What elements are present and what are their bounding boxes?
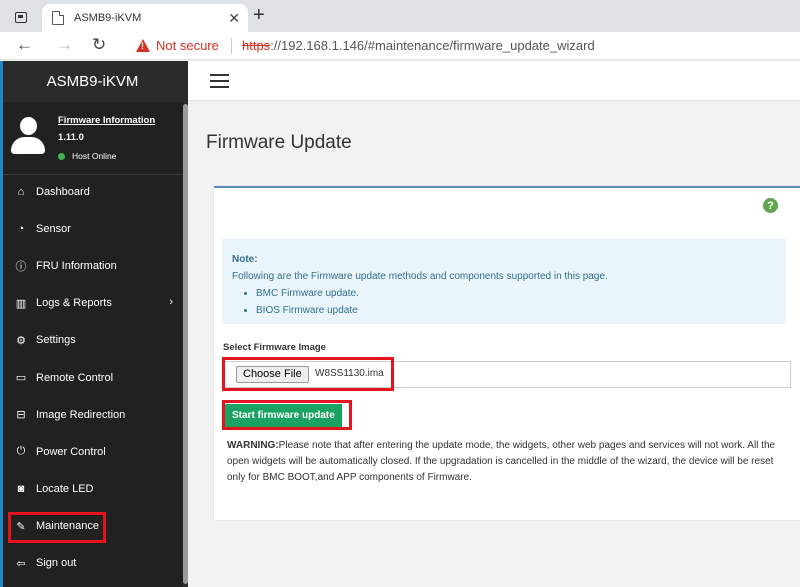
- tab-title: ASMB9-iKVM: [74, 12, 142, 24]
- firmware-version: 1.11.0: [58, 132, 84, 143]
- sidebar-item-settings[interactable]: ⚙ Settings: [3, 322, 183, 359]
- warning-body: Please note that after entering the upda…: [227, 440, 776, 483]
- maintenance-highlight-box: [8, 512, 106, 543]
- top-navbar: [188, 61, 800, 101]
- choose-file-highlight-box: [222, 357, 394, 391]
- sidebar-item-sensor[interactable]: ◔ Sensor: [3, 210, 183, 247]
- status-dot-icon: [58, 152, 65, 160]
- dashboard-icon: ⌂: [17, 185, 25, 198]
- reload-icon[interactable]: ↻: [92, 35, 106, 55]
- sidebar-item-label: Sensor: [36, 222, 71, 235]
- address-bar: ← → ↻ ! Not secure https://192.168.1.146…: [0, 32, 800, 60]
- start-update-highlight-box: [222, 400, 352, 430]
- back-arrow-icon[interactable]: ←: [16, 35, 33, 55]
- select-firmware-label: Select Firmware Image: [223, 342, 326, 353]
- warning-label: WARNING:: [227, 440, 279, 451]
- brand-title: ASMB9-iKVM: [3, 61, 188, 102]
- sidebar-item-label: FRU Information: [36, 259, 117, 272]
- info-icon: ⓘ: [15, 260, 27, 273]
- sidebar-item-label: Logs & Reports: [36, 297, 112, 310]
- host-status: Host Online: [58, 151, 116, 161]
- sidebar-item-fru-information[interactable]: ⓘ FRU Information: [3, 247, 183, 284]
- warning-text: WARNING:Please note that after entering …: [227, 438, 777, 486]
- gear-icon: ⚙: [16, 334, 26, 347]
- sidebar-item-label: Power Control: [36, 445, 106, 458]
- sidebar-item-remote-control[interactable]: ▭ Remote Control: [3, 359, 183, 396]
- camera-icon: ◙: [17, 483, 25, 496]
- warning-triangle-icon: !: [136, 39, 150, 52]
- user-panel: Firmware Information 1.11.0 Host Online: [3, 102, 188, 175]
- sidebar-item-dashboard[interactable]: ⌂ Dashboard: [3, 173, 183, 210]
- browser-tab[interactable]: ASMB9-iKVM ✕: [42, 4, 248, 32]
- signout-icon: ⇦: [16, 557, 26, 570]
- note-box: Note: Following are the Firmware update …: [222, 239, 786, 324]
- power-icon: ⏻: [16, 445, 26, 458]
- browser-tab-bar: ASMB9-iKVM ✕ +: [0, 0, 800, 32]
- user-avatar-icon: [11, 117, 45, 155]
- chart-icon: ▥: [15, 297, 27, 310]
- sidebar-item-label: Settings: [36, 334, 76, 347]
- security-indicator[interactable]: ! Not secure: [136, 38, 219, 53]
- window-menu-icon[interactable]: [8, 6, 34, 28]
- sidebar-item-label: Locate LED: [36, 483, 94, 496]
- not-secure-label: Not secure: [156, 38, 219, 53]
- help-icon[interactable]: ?: [763, 198, 778, 213]
- sidebar-item-image-redirection[interactable]: ⊟ Image Redirection: [3, 396, 183, 433]
- list-item: BMC Firmware update.: [256, 285, 776, 302]
- host-status-label: Host Online: [72, 151, 117, 161]
- sidebar-scrollbar-thumb[interactable]: [183, 104, 188, 584]
- chevron-right-icon: ›: [169, 295, 173, 308]
- url-protocol: https: [242, 38, 271, 53]
- note-text: Following are the Firmware update method…: [232, 271, 608, 282]
- page-title: Firmware Update: [206, 132, 352, 153]
- tab-close-icon[interactable]: ✕: [228, 10, 240, 27]
- new-tab-icon[interactable]: +: [253, 5, 265, 25]
- address-separator: [231, 38, 232, 54]
- disk-icon: ⊟: [16, 409, 26, 422]
- sidebar-item-label: Sign out: [36, 557, 77, 570]
- monitor-icon: ▭: [15, 372, 27, 385]
- sidebar-item-locate-led[interactable]: ◙ Locate LED: [3, 471, 183, 508]
- sidebar-item-power-control[interactable]: ⏻ Power Control: [3, 433, 183, 470]
- sidebar-item-label: Image Redirection: [36, 408, 126, 421]
- forward-arrow-icon[interactable]: →: [56, 35, 73, 55]
- url-field[interactable]: https://192.168.1.146/#maintenance/firmw…: [242, 38, 595, 53]
- note-list: BMC Firmware update. BIOS Firmware updat…: [232, 285, 776, 319]
- hamburger-menu-icon[interactable]: [210, 74, 229, 88]
- sidebar-item-logs-reports[interactable]: ▥ Logs & Reports ›: [3, 285, 183, 322]
- sidebar: ASMB9-iKVM Firmware Information 1.11.0 H…: [0, 61, 188, 587]
- sidebar-item-sign-out[interactable]: ⇦ Sign out: [3, 545, 183, 582]
- url-path: ://192.168.1.146/#maintenance/firmware_u…: [270, 38, 595, 53]
- page-favicon-icon: [52, 11, 64, 25]
- sensor-icon: ◔: [17, 222, 25, 235]
- sidebar-item-label: Dashboard: [36, 185, 90, 198]
- sidebar-item-label: Remote Control: [36, 371, 114, 384]
- firmware-update-panel: ? Note: Following are the Firmware updat…: [214, 186, 800, 520]
- note-title: Note:: [232, 254, 258, 265]
- list-item: BIOS Firmware update: [256, 302, 776, 319]
- firmware-information-link[interactable]: Firmware Information: [58, 115, 155, 126]
